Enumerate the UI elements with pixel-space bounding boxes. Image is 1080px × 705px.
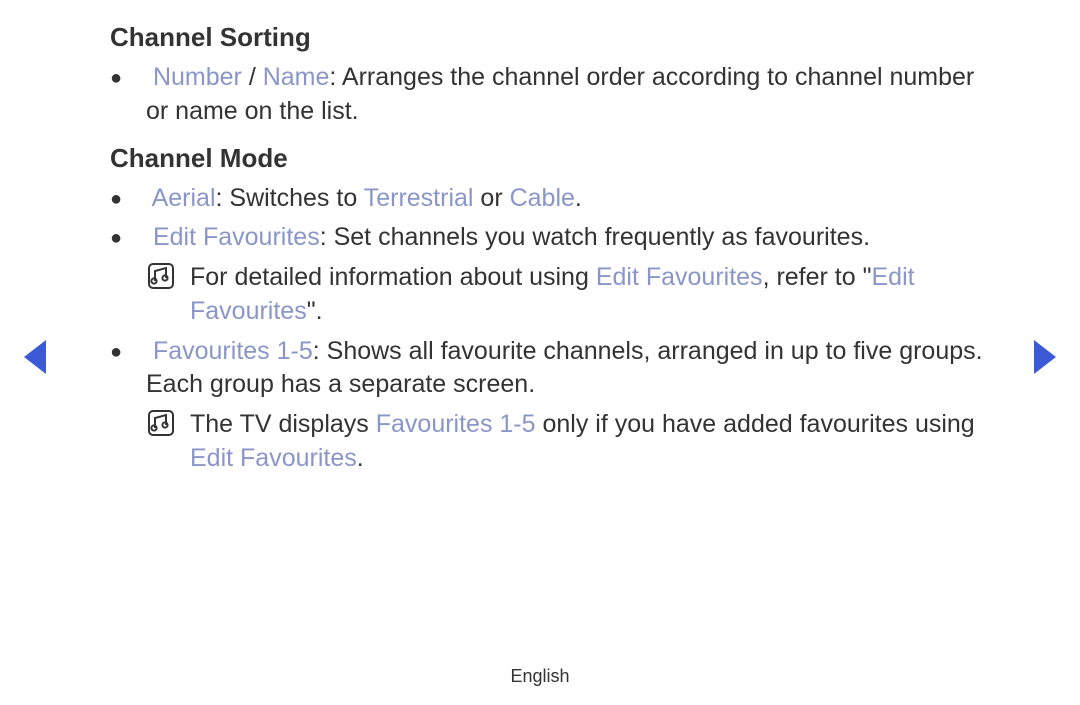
item-number-name: Number / Name: Arranges the channel orde… bbox=[146, 61, 1000, 129]
note2-term2: Edit Favourites bbox=[190, 444, 357, 472]
item-favourites-1-5: Favourites 1-5: Shows all favourite chan… bbox=[146, 335, 1000, 403]
note-text-1: For detailed information about using Edi… bbox=[190, 261, 1000, 329]
note2-end: . bbox=[357, 444, 364, 472]
page-content: Channel Sorting Number / Name: Arranges … bbox=[110, 18, 1000, 482]
term-terrestrial: Terrestrial bbox=[364, 184, 474, 212]
text-or: or bbox=[473, 184, 509, 212]
note-favourites-1-5: The TV displays Favourites 1-5 only if y… bbox=[146, 408, 1000, 476]
prev-page-arrow-icon[interactable] bbox=[22, 338, 48, 376]
desc-edit-favourites: : Set channels you watch frequently as f… bbox=[320, 223, 870, 251]
heading-channel-mode: Channel Mode bbox=[110, 143, 1000, 174]
term-name: Name bbox=[263, 63, 330, 91]
note1-end: ". bbox=[307, 297, 323, 325]
note-icon bbox=[146, 261, 190, 329]
note-text-2: The TV displays Favourites 1-5 only if y… bbox=[190, 408, 1000, 476]
item-aerial: Aerial: Switches to Terrestrial or Cable… bbox=[146, 182, 1000, 216]
note2-mid: only if you have added favourites using bbox=[536, 410, 975, 438]
note1-term: Edit Favourites bbox=[596, 263, 763, 291]
next-page-arrow-icon[interactable] bbox=[1032, 338, 1058, 376]
note-edit-favourites: For detailed information about using Edi… bbox=[146, 261, 1000, 329]
term-edit-favourites: Edit Favourites bbox=[153, 223, 320, 251]
term-favourites-1-5: Favourites 1-5 bbox=[153, 337, 313, 365]
item-edit-favourites: Edit Favourites: Set channels you watch … bbox=[146, 221, 1000, 255]
separator-slash: / bbox=[242, 63, 263, 91]
note2-term: Favourites 1-5 bbox=[376, 410, 536, 438]
term-number: Number bbox=[153, 63, 242, 91]
term-aerial: Aerial bbox=[152, 184, 216, 212]
heading-channel-sorting: Channel Sorting bbox=[110, 22, 1000, 53]
note1-mid: , refer to " bbox=[763, 263, 872, 291]
footer-language: English bbox=[0, 666, 1080, 687]
note2-pre: The TV displays bbox=[190, 410, 376, 438]
note-icon bbox=[146, 408, 190, 476]
desc-aerial-1: : Switches to bbox=[216, 184, 364, 212]
text-period-1: . bbox=[575, 184, 582, 212]
note1-pre: For detailed information about using bbox=[190, 263, 596, 291]
term-cable: Cable bbox=[510, 184, 575, 212]
